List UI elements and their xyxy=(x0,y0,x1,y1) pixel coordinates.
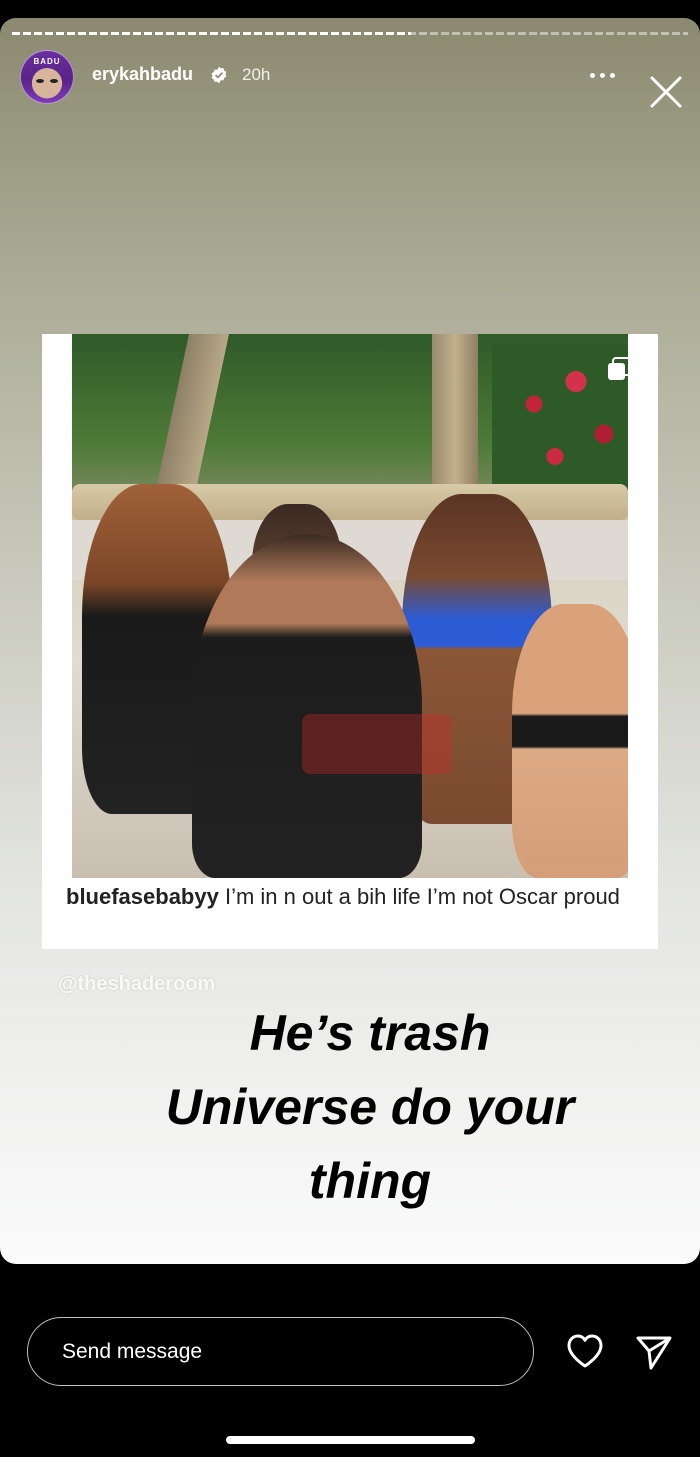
overlay-line: thing xyxy=(308,1153,432,1209)
send-icon[interactable] xyxy=(634,1332,674,1372)
story-header: BADU erykahbadu 20h xyxy=(0,46,700,108)
avatar-eye xyxy=(36,79,44,83)
more-icon[interactable] xyxy=(584,64,620,86)
caption-text: I’m in n out a bih life I’m not Oscar pr… xyxy=(218,884,620,909)
story-overlay-text: He’s trash Universe do your thing xyxy=(0,996,700,1218)
post-photo xyxy=(72,334,628,878)
avatar[interactable]: BADU xyxy=(20,50,74,104)
story-card[interactable]: BADU erykahbadu 20h bluefasebabyy I’m in… xyxy=(0,18,700,1264)
progress-fill xyxy=(12,32,411,35)
source-tag: @theshaderoom xyxy=(58,973,216,995)
embedded-post: bluefasebabyy I’m in n out a bih life I’… xyxy=(42,334,658,949)
post-caption: bluefasebabyy I’m in n out a bih life I’… xyxy=(66,882,636,911)
avatar-hat-text: BADU xyxy=(33,57,61,66)
home-indicator xyxy=(226,1436,475,1444)
overlay-line: Universe do your xyxy=(165,1079,575,1135)
overlay-line: He’s trash xyxy=(249,1005,491,1061)
username[interactable]: erykahbadu xyxy=(92,64,193,85)
copy-icon xyxy=(608,357,631,380)
story-progress-bar xyxy=(12,32,688,35)
heart-icon[interactable] xyxy=(564,1330,606,1372)
time-ago: 20h xyxy=(242,65,271,84)
verified-badge-icon xyxy=(211,66,227,84)
avatar-eye xyxy=(50,79,58,83)
message-box[interactable] xyxy=(27,1317,534,1386)
caption-handle: bluefasebabyy xyxy=(66,884,219,909)
send-message-input[interactable] xyxy=(60,1318,504,1386)
close-icon[interactable] xyxy=(648,74,684,110)
